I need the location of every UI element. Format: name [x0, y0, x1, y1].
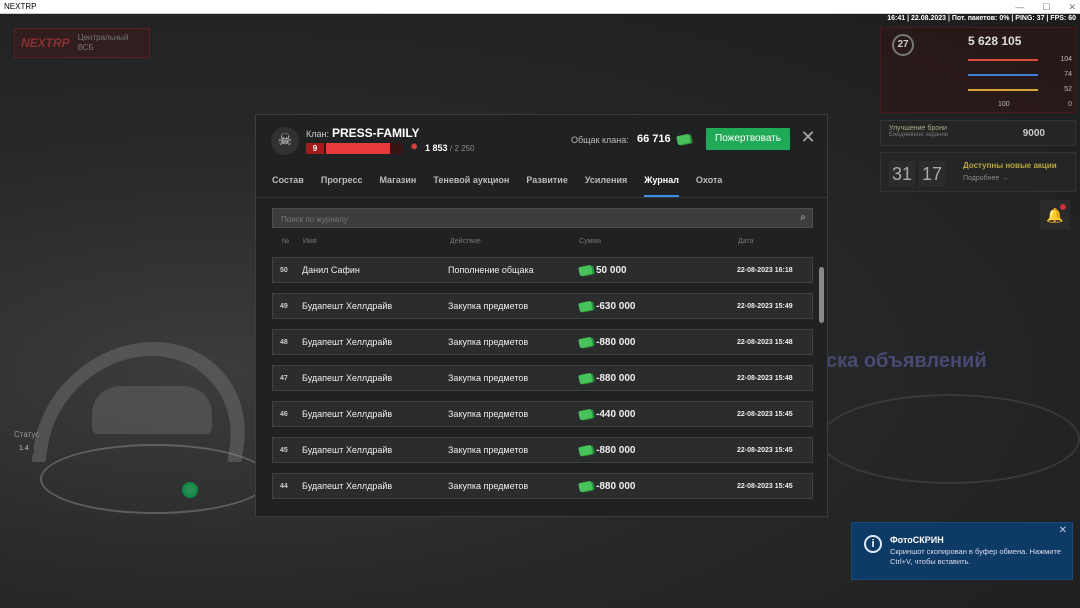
donate-button[interactable]: Пожертвовать	[706, 128, 790, 150]
treasury-label: Общак клана:	[571, 135, 629, 145]
clan-modal: ☠ Клан: PRESS-FAMILY 9 ✹ 1 853 / 2 250 Об…	[255, 114, 828, 517]
clan-level-progress	[326, 143, 390, 154]
clan-level: 9	[306, 143, 324, 154]
journal-row: 48 Будапешт Хеллдрайв Закупка предметов …	[272, 329, 813, 355]
window-close-button[interactable]: ✕	[1068, 0, 1076, 14]
promo-more-link[interactable]: Подробнее →	[963, 175, 1008, 182]
bell-icon[interactable]: 🔔	[1040, 200, 1070, 230]
skull-icon: ☠	[271, 127, 299, 155]
info-icon: i	[864, 535, 882, 553]
location-name: Центральный	[77, 33, 129, 42]
journal-table-header: № Имя Действие Сумма Дата	[272, 236, 813, 250]
status-value: 1.4	[14, 443, 34, 454]
money-icon	[578, 300, 593, 313]
money-icon	[578, 264, 593, 277]
hud-status-line: 16:41 | 22.08.2023 | Пот. пакетов: 0% | …	[887, 15, 1076, 22]
journal-list[interactable]: 50 Данил Сафин Пополнение общака 50 000 …	[272, 257, 813, 513]
col-date: Дата	[738, 238, 754, 245]
journal-search: ⌕	[272, 208, 813, 229]
ground-circle-right	[820, 394, 1080, 484]
promo-timer-panel[interactable]: 31 17 Доступны новые акции Подробнее →	[880, 152, 1076, 192]
player-level-badge: 27	[892, 34, 914, 56]
daily-task-reward: 9000	[1022, 128, 1045, 139]
col-sum: Сумма	[579, 238, 601, 245]
tabs-divider	[256, 197, 827, 198]
stat-wanted: 100 0	[998, 101, 1072, 108]
journal-row: 49 Будапешт Хеллдрайв Закупка предметов …	[272, 293, 813, 319]
cog-icon: ✹	[410, 142, 419, 153]
server-logo: NEXTRP	[21, 36, 70, 50]
status-label: Статус	[14, 430, 40, 439]
tab-development[interactable]: Развитие	[526, 171, 567, 197]
stat-armor: 74	[968, 67, 1072, 82]
clan-tabs: Состав Прогресс Магазин Теневой аукцион …	[272, 171, 739, 197]
toast-close-icon[interactable]: ✕	[1059, 525, 1067, 536]
hud-logo-panel: NEXTRP Центральный ВСБ	[14, 28, 150, 58]
journal-scrollbar[interactable]	[819, 267, 824, 323]
stat-hunger: 52	[968, 82, 1072, 97]
promo-timer: 31 17	[889, 161, 945, 187]
tab-journal[interactable]: Журнал	[644, 171, 679, 197]
search-icon[interactable]: ⌕	[800, 212, 806, 223]
map-marker-icon	[182, 482, 198, 498]
journal-row: 50 Данил Сафин Пополнение общака 50 000 …	[272, 257, 813, 283]
clan-title: Клан: PRESS-FAMILY	[306, 126, 420, 140]
tab-shop[interactable]: Магазин	[379, 171, 416, 197]
money-icon	[676, 133, 691, 146]
col-num: №	[282, 238, 290, 245]
notification-dot	[1060, 204, 1066, 210]
journal-row: 45 Будапешт Хеллдрайв Закупка предметов …	[272, 437, 813, 463]
treasury-value: 66 716	[637, 133, 671, 145]
background-sign-text: ска объявлений	[826, 350, 987, 372]
clan-level-bar: 9	[306, 143, 402, 154]
money-icon	[578, 444, 593, 457]
car-sign	[92, 386, 212, 434]
search-input[interactable]	[273, 210, 783, 229]
player-money: 5 628 105	[968, 34, 1022, 48]
window-title: NEXTRP	[4, 2, 37, 11]
money-icon	[578, 408, 593, 421]
clan-points: 1 853 / 2 250	[425, 143, 475, 153]
maximize-button[interactable]: ☐	[1042, 0, 1050, 14]
col-action: Действие	[450, 238, 481, 245]
money-icon	[578, 480, 593, 493]
tab-members[interactable]: Состав	[272, 171, 304, 197]
location-sub: ВСБ	[77, 43, 94, 52]
window-titlebar: NEXTRP — ☐ ✕	[0, 0, 1080, 14]
clan-name: PRESS-FAMILY	[331, 126, 420, 140]
ground-circle	[40, 444, 270, 514]
toast-title: ФотоСКРИН	[890, 535, 944, 545]
journal-row: 46 Будапешт Хеллдрайв Закупка предметов …	[272, 401, 813, 427]
stat-health: 104	[968, 52, 1072, 67]
toast-message: Скриншот скопирован в буфер обмена. Нажм…	[890, 547, 1061, 566]
screenshot-toast: i ФотоСКРИН Скриншот скопирован в буфер …	[851, 522, 1073, 580]
promo-title: Доступны новые акции	[963, 161, 1057, 170]
window-controls: — ☐ ✕	[1015, 0, 1076, 14]
tab-boosts[interactable]: Усиления	[585, 171, 627, 197]
player-stats: 104 74 52 100 0	[968, 52, 1072, 112]
money-icon	[578, 372, 593, 385]
journal-row: 44 Будапешт Хеллдрайв Закупка предметов …	[272, 473, 813, 499]
tab-hunt[interactable]: Охота	[696, 171, 722, 197]
minimize-button[interactable]: —	[1015, 0, 1024, 14]
daily-task-panel[interactable]: Улучшение брони Ежедневное задание 9000	[880, 120, 1076, 146]
money-icon	[578, 336, 593, 349]
col-name: Имя	[303, 238, 317, 245]
journal-row: 47 Будапешт Хеллдрайв Закупка предметов …	[272, 365, 813, 391]
tab-progress[interactable]: Прогресс	[321, 171, 363, 197]
close-icon[interactable]: ✕	[800, 128, 816, 146]
clan-header: ☠ Клан: PRESS-FAMILY 9 ✹ 1 853 / 2 250 Об…	[256, 115, 827, 163]
tab-shadow-auction[interactable]: Теневой аукцион	[433, 171, 509, 197]
